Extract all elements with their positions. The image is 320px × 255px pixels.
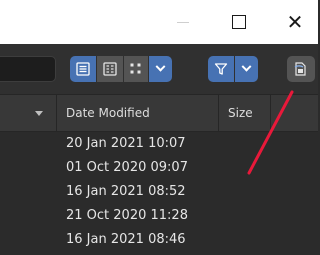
funnel-icon xyxy=(214,63,228,75)
file-browser-header xyxy=(0,44,318,94)
maximize-icon xyxy=(232,15,246,29)
window-titlebar: ✕ xyxy=(0,0,318,44)
file-list-column-header: Date Modified Size xyxy=(0,94,318,132)
list-item[interactable]: 16 Jan 2021 08:52 xyxy=(0,180,318,204)
maximize-button[interactable] xyxy=(216,0,262,44)
display-vertical-list-button[interactable] xyxy=(97,56,123,82)
column-divider[interactable] xyxy=(218,95,219,131)
sort-descending-icon[interactable] xyxy=(35,111,43,116)
date-modified-cell: 01 Oct 2020 09:07 xyxy=(66,160,188,175)
date-modified-cell: 21 Oct 2020 11:28 xyxy=(66,208,188,223)
chevron-down-icon xyxy=(241,61,252,72)
date-modified-cell: 20 Jan 2021 10:07 xyxy=(66,136,186,151)
column-divider[interactable] xyxy=(270,95,271,131)
date-modified-cell: 16 Jan 2021 08:52 xyxy=(66,184,186,199)
date-modified-cell: 16 Jan 2021 08:46 xyxy=(66,232,186,247)
close-icon: ✕ xyxy=(286,10,304,34)
thumbnails-icon xyxy=(130,63,141,74)
minimize-button[interactable] xyxy=(160,0,206,44)
display-list-button[interactable] xyxy=(70,56,96,82)
display-thumbnails-button[interactable] xyxy=(124,56,148,82)
list-icon xyxy=(76,62,90,76)
minimize-icon xyxy=(177,21,189,23)
file-list: 20 Jan 2021 10:07 01 Oct 2020 09:07 16 J… xyxy=(0,132,318,255)
list-item[interactable]: 01 Oct 2020 09:07 xyxy=(0,156,318,180)
display-mode-dropdown[interactable] xyxy=(149,56,172,82)
list-item[interactable]: 16 Jan 2021 08:46 xyxy=(0,228,318,252)
close-button[interactable]: ✕ xyxy=(272,0,318,44)
directory-path-field[interactable] xyxy=(0,56,56,82)
show-hidden-files-button[interactable] xyxy=(287,56,315,82)
column-header-size[interactable]: Size xyxy=(228,106,253,120)
filter-toggle-button[interactable] xyxy=(208,56,234,82)
column-header-date-modified[interactable]: Date Modified xyxy=(66,106,150,120)
column-divider[interactable] xyxy=(56,95,57,131)
filter-settings-dropdown[interactable] xyxy=(235,56,258,82)
hidden-files-icon xyxy=(294,62,306,76)
chevron-down-icon xyxy=(155,61,166,72)
list-item[interactable]: 20 Jan 2021 10:07 xyxy=(0,132,318,156)
vertical-list-icon xyxy=(103,62,117,76)
list-item[interactable]: 21 Oct 2020 11:28 xyxy=(0,204,318,228)
